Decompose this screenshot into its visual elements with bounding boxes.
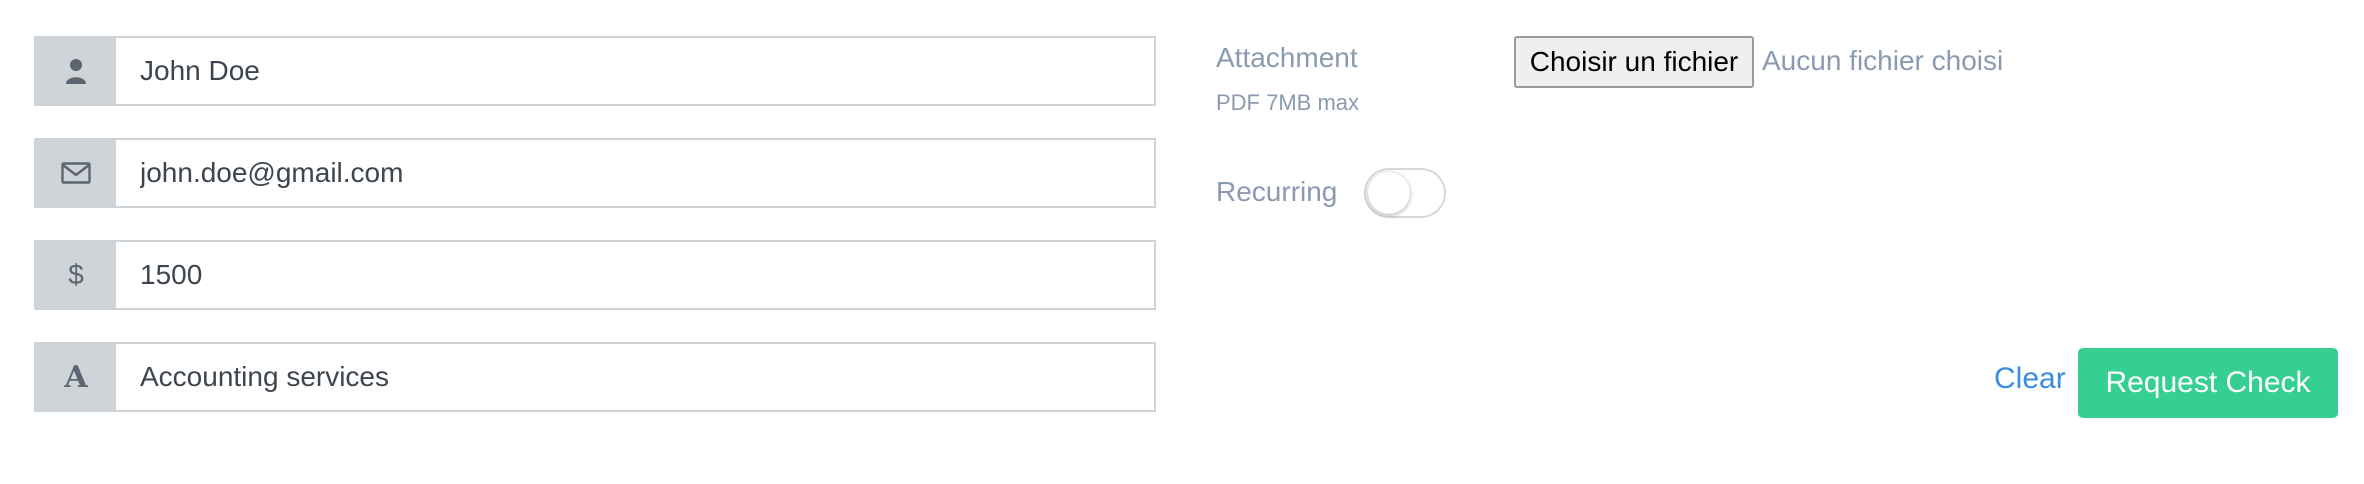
amount-field[interactable]	[116, 242, 1154, 308]
toggle-knob	[1368, 172, 1410, 214]
dollar-icon: $	[36, 242, 116, 308]
email-input-group	[34, 138, 1156, 208]
request-check-button[interactable]: Request Check	[2078, 348, 2338, 418]
choose-file-button[interactable]: Choisir un fichier	[1514, 36, 1754, 88]
attachment-label: Attachment	[1216, 42, 1358, 73]
dollar-icon-glyph: $	[68, 259, 84, 290]
clear-link[interactable]: Clear	[1994, 362, 2066, 396]
recurring-label: Recurring	[1216, 176, 1338, 207]
description-input-group: A	[34, 342, 1156, 412]
name-input-group	[34, 36, 1156, 106]
text-icon: A	[36, 344, 116, 410]
description-field[interactable]	[116, 344, 1154, 410]
recurring-toggle[interactable]	[1364, 168, 1446, 218]
amount-input-group: $	[34, 240, 1156, 310]
name-field[interactable]	[116, 38, 1154, 104]
file-status-text: Aucun fichier choisi	[1762, 45, 2004, 76]
attachment-hint: PDF 7MB max	[1216, 90, 1360, 115]
envelope-icon	[36, 140, 116, 206]
email-field[interactable]	[116, 140, 1154, 206]
text-icon-glyph: A	[64, 359, 88, 395]
user-icon	[36, 38, 116, 104]
